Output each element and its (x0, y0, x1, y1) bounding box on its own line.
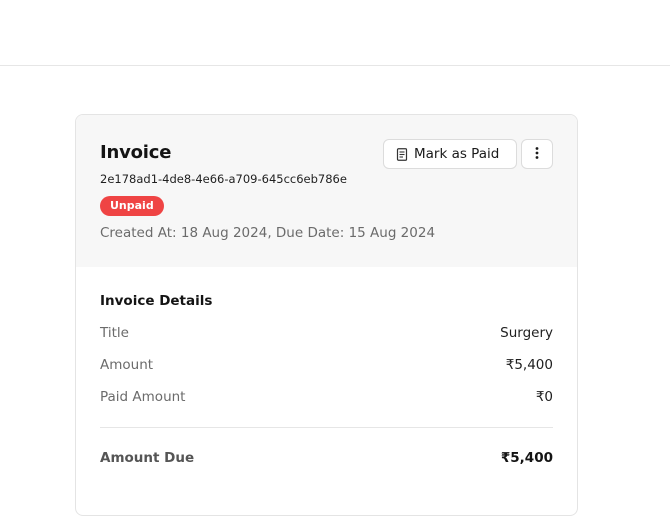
detail-label: Paid Amount (100, 389, 186, 405)
more-options-button[interactable] (521, 139, 553, 169)
status-badge: Unpaid (100, 196, 164, 216)
amount-due-value: ₹5,400 (500, 450, 553, 466)
invoice-dates: Created At: 18 Aug 2024, Due Date: 15 Au… (100, 225, 436, 241)
invoice-details-title: Invoice Details (100, 293, 213, 309)
detail-value: Surgery (500, 325, 553, 341)
mark-as-paid-label: Mark as Paid (414, 146, 500, 162)
invoice-id: 2e178ad1-4de8-4e66-a709-645cc6eb786e (100, 172, 347, 186)
mark-as-paid-button[interactable]: Mark as Paid (383, 139, 517, 169)
divider (100, 427, 553, 428)
invoice-card: Invoice 2e178ad1-4de8-4e66-a709-645cc6eb… (75, 114, 578, 516)
detail-value: ₹0 (535, 389, 553, 405)
invoice-header: Invoice 2e178ad1-4de8-4e66-a709-645cc6eb… (76, 115, 577, 267)
top-navigation-bar (0, 0, 670, 66)
invoice-title: Invoice (100, 142, 172, 163)
detail-row-paid-amount: Paid Amount ₹0 (100, 389, 553, 405)
detail-row-amount: Amount ₹5,400 (100, 357, 553, 373)
detail-label: Amount (100, 357, 154, 373)
detail-value: ₹5,400 (505, 357, 553, 373)
document-icon (396, 147, 408, 161)
amount-due-label: Amount Due (100, 450, 195, 466)
amount-due-row: Amount Due ₹5,400 (100, 450, 553, 466)
kebab-vertical-icon (535, 145, 539, 164)
detail-label: Title (100, 325, 129, 341)
detail-row-title: Title Surgery (100, 325, 553, 341)
